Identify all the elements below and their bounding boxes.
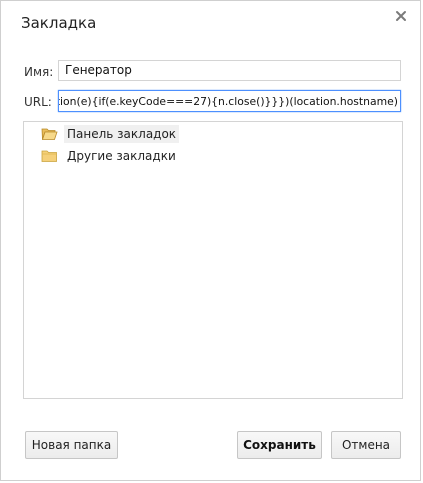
name-label: Имя:: [24, 65, 54, 79]
bookmark-dialog: Закладка Имя: Генератор URL: javascript:…: [0, 0, 421, 481]
tree-item-label: Панель закладок: [64, 125, 180, 143]
folder-tree[interactable]: Панель закладок Другие закладки: [23, 121, 403, 399]
close-icon: [396, 11, 406, 21]
tree-item-other-bookmarks[interactable]: Другие закладки: [41, 146, 179, 166]
tree-item-bookmarks-bar[interactable]: Панель закладок: [41, 124, 180, 144]
url-label: URL:: [24, 95, 52, 109]
close-button[interactable]: [394, 9, 408, 23]
url-input[interactable]: javascript:(function(){var n=window.open…: [58, 90, 401, 112]
dialog-title: Закладка: [21, 14, 97, 32]
folder-icon: [41, 150, 57, 162]
folder-open-icon: [41, 128, 58, 140]
name-input[interactable]: Генератор: [58, 60, 401, 81]
save-button[interactable]: Сохранить: [237, 431, 322, 459]
new-folder-button[interactable]: Новая папка: [25, 431, 118, 459]
url-value: javascript:(function(){var n=window.open…: [59, 95, 398, 108]
cancel-button[interactable]: Отмена: [331, 431, 401, 459]
tree-item-label: Другие закладки: [67, 149, 176, 163]
